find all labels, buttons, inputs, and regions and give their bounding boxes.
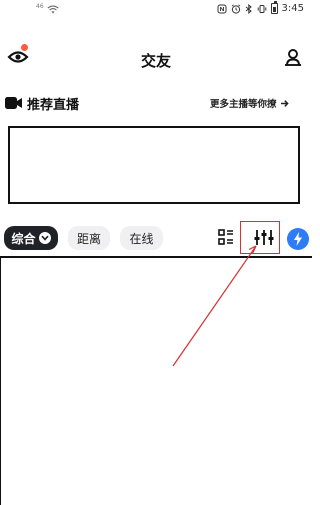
video-camera-icon (5, 97, 22, 109)
tab-online[interactable]: 在线 (120, 226, 163, 250)
profile-location-icon[interactable] (283, 47, 303, 67)
list-grid-icon[interactable] (218, 229, 234, 246)
tab-all[interactable]: 综合 (4, 226, 58, 250)
wifi-icon (47, 5, 59, 14)
vibrate-icon (257, 4, 266, 13)
more-streamers-link[interactable]: 更多主播等你撩 (210, 96, 289, 110)
lightning-icon (294, 232, 302, 246)
more-streamers-label: 更多主播等你撩 (210, 99, 277, 110)
tab-all-label: 综合 (11, 231, 36, 246)
sliders-icon[interactable] (253, 229, 275, 246)
status-bar-left: 46 (36, 3, 59, 14)
tab-online-label: 在线 (129, 231, 154, 246)
tab-distance[interactable]: 距离 (68, 226, 110, 250)
live-stream-banner[interactable] (8, 126, 300, 204)
lightning-button[interactable] (287, 228, 309, 250)
battery-icon (270, 1, 278, 14)
chevron-down-icon (38, 232, 51, 244)
content-border (0, 257, 1, 505)
live-section-title: 推荐直播 (27, 98, 80, 113)
status-bar-right: 3:45 (217, 1, 304, 14)
arrow-right-icon (280, 99, 289, 107)
tab-distance-label: 距离 (76, 231, 101, 246)
status-time: 3:45 (281, 3, 304, 14)
nfc-icon (217, 4, 227, 13)
divider (0, 256, 312, 258)
signal-type: 46 (36, 3, 44, 10)
alarm-icon (231, 3, 240, 14)
bluetooth-icon (245, 3, 252, 14)
page-title: 交友 (140, 52, 171, 70)
